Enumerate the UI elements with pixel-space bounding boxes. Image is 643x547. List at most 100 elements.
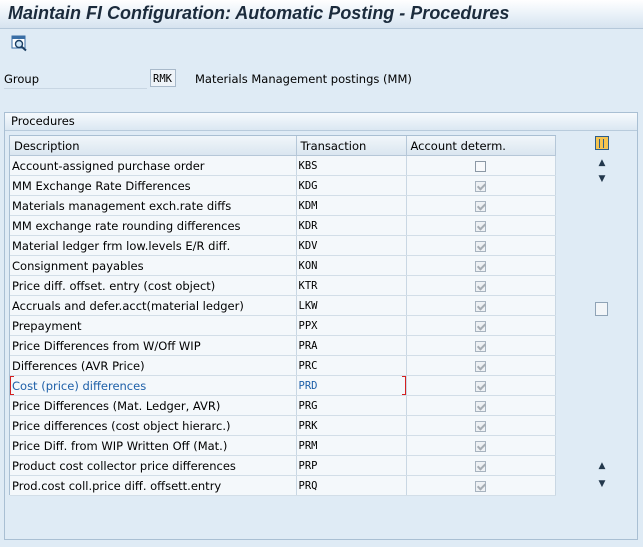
cell-transaction[interactable]: KTR xyxy=(296,275,407,296)
account-determ-checkbox[interactable] xyxy=(475,200,486,212)
focus-marker-right xyxy=(401,376,405,395)
cell-account-determ xyxy=(406,155,556,176)
table-row[interactable]: Materials management exch.rate diffs KDM xyxy=(10,195,556,216)
cell-transaction[interactable]: KBS xyxy=(296,155,407,176)
group-value-field[interactable]: RMK xyxy=(150,69,176,87)
cell-transaction[interactable]: PRG xyxy=(296,395,407,416)
account-determ-checkbox[interactable] xyxy=(475,160,486,172)
column-header-transaction[interactable]: Transaction xyxy=(296,136,407,156)
account-determ-checkbox[interactable] xyxy=(475,440,486,452)
cell-description[interactable]: Product cost collector price differences xyxy=(10,455,297,476)
cell-description[interactable]: Price Differences from W/Off WIP xyxy=(10,335,297,356)
table-row[interactable]: Price diff. offset. entry (cost object) K… xyxy=(10,275,556,296)
column-header-description[interactable]: Description xyxy=(10,136,297,156)
account-determ-checkbox[interactable] xyxy=(475,180,486,192)
group-label: Group xyxy=(4,72,147,89)
table-row[interactable]: MM Exchange Rate Differences KDG xyxy=(10,175,556,196)
account-determ-checkbox[interactable] xyxy=(475,260,486,272)
cell-description[interactable]: Accruals and defer.acct(material ledger) xyxy=(10,295,297,316)
table-row[interactable]: Prod.cost coll.price diff. offsett.entry… xyxy=(10,475,556,496)
cell-account-determ xyxy=(406,215,556,236)
cell-description[interactable]: MM Exchange Rate Differences xyxy=(10,175,297,196)
arrow-down-icon: ▼ xyxy=(598,174,606,184)
cell-description[interactable]: Cost (price) differences xyxy=(10,375,297,396)
procedures-table: Description Transaction Account determ. … xyxy=(9,135,556,496)
find-button[interactable] xyxy=(10,33,30,53)
procedures-frame: Procedures Description Transaction Accou… xyxy=(4,112,638,540)
table-row[interactable]: Material ledger frm low.levels E/R diff.… xyxy=(10,235,556,256)
account-determ-checkbox[interactable] xyxy=(475,380,486,392)
cell-account-determ xyxy=(406,235,556,256)
cell-description[interactable]: Differences (AVR Price) xyxy=(10,355,297,376)
cell-transaction[interactable]: KON xyxy=(296,255,407,276)
cell-description[interactable]: Price Differences (Mat. Ledger, AVR) xyxy=(10,395,297,416)
scroll-page-down-button[interactable]: ▼ xyxy=(595,477,609,491)
scroll-up-button[interactable]: ▲ xyxy=(595,156,609,170)
cell-transaction[interactable]: PRA xyxy=(296,335,407,356)
arrow-down-icon: ▼ xyxy=(598,479,606,489)
account-determ-checkbox[interactable] xyxy=(475,460,486,472)
account-determ-checkbox[interactable] xyxy=(475,340,486,352)
scroll-down-button[interactable]: ▼ xyxy=(595,172,609,186)
cell-description[interactable]: Material ledger frm low.levels E/R diff. xyxy=(10,235,297,256)
cell-transaction[interactable]: PRD xyxy=(296,375,407,396)
cell-account-determ xyxy=(406,275,556,296)
cell-account-determ xyxy=(406,375,556,396)
cell-account-determ xyxy=(406,175,556,196)
account-determ-checkbox[interactable] xyxy=(475,240,486,252)
table-row[interactable]: Accruals and defer.acct(material ledger)… xyxy=(10,295,556,316)
cell-account-determ xyxy=(406,455,556,476)
cell-transaction[interactable]: PRM xyxy=(296,435,407,456)
procedures-frame-title: Procedures xyxy=(5,113,637,131)
table-row[interactable]: Price differences (cost object hierarc.)… xyxy=(10,415,556,436)
cell-transaction[interactable]: PRP xyxy=(296,455,407,476)
table-row[interactable]: MM exchange rate rounding differences KDR xyxy=(10,215,556,236)
table-row[interactable]: Account-assigned purchase order KBS xyxy=(10,155,556,176)
cell-transaction[interactable]: KDG xyxy=(296,175,407,196)
cell-account-determ xyxy=(406,195,556,216)
cell-transaction[interactable]: KDM xyxy=(296,195,407,216)
cell-account-determ xyxy=(406,255,556,276)
table-row[interactable]: Cost (price) differences PRD xyxy=(10,375,556,396)
cell-description[interactable]: Materials management exch.rate diffs xyxy=(10,195,297,216)
arrow-up-icon: ▲ xyxy=(598,461,606,471)
table-row[interactable]: Price Differences from W/Off WIP PRA xyxy=(10,335,556,356)
account-determ-checkbox[interactable] xyxy=(475,480,486,492)
scroll-page-up-button[interactable]: ▲ xyxy=(595,459,609,473)
cell-description[interactable]: Prod.cost coll.price diff. offsett.entry xyxy=(10,475,297,496)
table-row[interactable]: Consignment payables KON xyxy=(10,255,556,276)
account-determ-checkbox[interactable] xyxy=(475,220,486,232)
cell-transaction[interactable]: LKW xyxy=(296,295,407,316)
cell-transaction[interactable]: KDR xyxy=(296,215,407,236)
toolbar xyxy=(0,29,643,57)
table-row[interactable]: Product cost collector price differences… xyxy=(10,455,556,476)
cell-description[interactable]: Price Diff. from WIP Written Off (Mat.) xyxy=(10,435,297,456)
cell-description[interactable]: Consignment payables xyxy=(10,255,297,276)
cell-account-determ xyxy=(406,475,556,496)
table-row[interactable]: Price Differences (Mat. Ledger, AVR) PRG xyxy=(10,395,556,416)
cell-description[interactable]: Account-assigned purchase order xyxy=(10,155,297,176)
cell-description[interactable]: Price differences (cost object hierarc.) xyxy=(10,415,297,436)
column-header-account-determ[interactable]: Account determ. xyxy=(406,136,556,156)
cell-transaction[interactable]: PRK xyxy=(296,415,407,436)
account-determ-checkbox[interactable] xyxy=(475,300,486,312)
table-row[interactable]: Prepayment PPX xyxy=(10,315,556,336)
account-determ-checkbox[interactable] xyxy=(475,320,486,332)
account-determ-checkbox[interactable] xyxy=(475,280,486,292)
scrollbar-thumb[interactable] xyxy=(595,302,608,316)
cell-description[interactable]: Prepayment xyxy=(10,315,297,336)
account-determ-checkbox[interactable] xyxy=(475,400,486,412)
table-settings-button[interactable] xyxy=(595,136,609,150)
cell-transaction[interactable]: PRC xyxy=(296,355,407,376)
table-header-row: Description Transaction Account determ. xyxy=(10,136,556,156)
cell-description[interactable]: MM exchange rate rounding differences xyxy=(10,215,297,236)
account-determ-checkbox[interactable] xyxy=(475,360,486,372)
cell-description[interactable]: Price diff. offset. entry (cost object) xyxy=(10,275,297,296)
table-row[interactable]: Differences (AVR Price) PRC xyxy=(10,355,556,376)
cell-transaction[interactable]: PPX xyxy=(296,315,407,336)
cell-account-determ xyxy=(406,315,556,336)
cell-transaction[interactable]: KDV xyxy=(296,235,407,256)
account-determ-checkbox[interactable] xyxy=(475,420,486,432)
cell-transaction[interactable]: PRQ xyxy=(296,475,407,496)
table-row[interactable]: Price Diff. from WIP Written Off (Mat.) P… xyxy=(10,435,556,456)
